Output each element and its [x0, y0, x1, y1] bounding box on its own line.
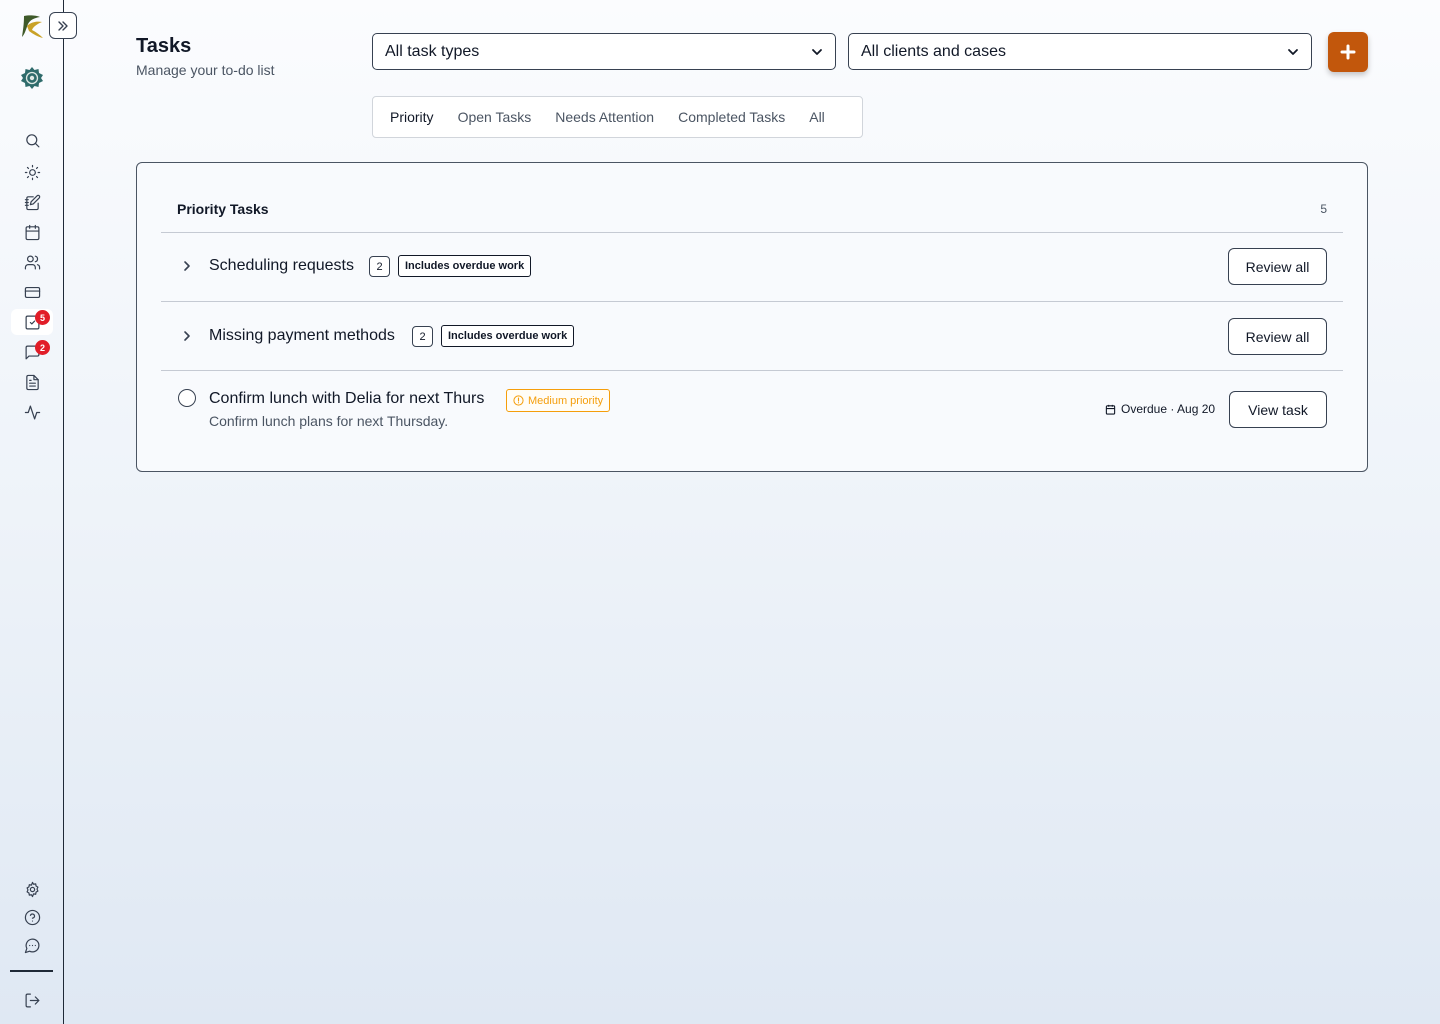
calendar-icon [25, 224, 39, 240]
priority-badge: Medium priority [506, 389, 611, 412]
nav-notes[interactable] [21, 191, 43, 213]
tab-open-tasks[interactable]: Open Tasks [446, 109, 544, 125]
chevron-down-icon [1288, 48, 1298, 55]
task-description: Confirm lunch plans for next Thursday. [209, 413, 449, 429]
task-due-date: Overdue · Aug 20 [1105, 402, 1215, 416]
chevron-right-icon [184, 261, 190, 271]
tab-priority[interactable]: Priority [378, 109, 446, 125]
app-logo[interactable] [18, 12, 46, 40]
review-all-button[interactable]: Review all [1228, 248, 1327, 285]
nav-clients[interactable] [21, 251, 43, 273]
card-count: 5 [1320, 202, 1327, 216]
nav-billing[interactable] [21, 281, 43, 303]
nav-activity[interactable] [21, 401, 43, 423]
nav-settings[interactable] [21, 878, 43, 900]
priority-label: Medium priority [528, 394, 604, 407]
nav-help[interactable] [21, 906, 43, 928]
chevron-down-icon [812, 48, 822, 55]
expand-group-button[interactable] [177, 326, 197, 346]
tab-completed-tasks[interactable]: Completed Tasks [666, 109, 797, 125]
task-type-filter-value: All task types [385, 42, 480, 60]
divider [161, 232, 1343, 233]
expand-group-button[interactable] [177, 256, 197, 276]
users-icon [24, 255, 40, 269]
info-icon [513, 395, 524, 406]
log-out-icon [25, 993, 39, 1007]
nav-documents[interactable] [21, 371, 43, 393]
sun-icon [24, 164, 40, 180]
chevron-right-icon [184, 331, 190, 341]
add-task-button[interactable] [1328, 32, 1368, 72]
client-filter-value: All clients and cases [861, 42, 1006, 60]
organization-icon[interactable] [20, 66, 44, 90]
page-title: Tasks [136, 35, 192, 57]
group-title[interactable]: Missing payment methods [209, 327, 395, 345]
card-title: Priority Tasks [177, 201, 269, 217]
chevrons-right-icon [58, 20, 68, 31]
overdue-badge: Includes overdue work [441, 325, 575, 347]
sidebar: 5 2 [0, 0, 77, 1024]
divider [161, 301, 1343, 302]
calendar-icon [1105, 404, 1116, 415]
group-count-badge: 2 [369, 256, 390, 277]
nav-calendar[interactable] [21, 221, 43, 243]
group-count-badge: 2 [412, 326, 433, 347]
expand-sidebar-button[interactable] [49, 12, 77, 39]
activity-icon [24, 405, 40, 419]
review-all-button[interactable]: Review all [1228, 318, 1327, 355]
task-type-filter[interactable]: All task types [372, 33, 836, 70]
group-title[interactable]: Scheduling requests [209, 257, 354, 275]
gear-icon [26, 881, 38, 897]
nav-search[interactable] [21, 129, 43, 151]
divider [161, 370, 1343, 371]
tab-needs-attention[interactable]: Needs Attention [543, 109, 666, 125]
credit-card-icon [24, 286, 40, 298]
messages-count-badge: 2 [35, 340, 50, 355]
priority-tasks-card: Priority Tasks 5 Scheduling requests 2 I… [136, 162, 1368, 472]
sidebar-divider [10, 970, 53, 972]
plus-icon [1340, 44, 1356, 60]
tasks-count-badge: 5 [35, 310, 50, 325]
file-text-icon [25, 374, 39, 390]
tab-all[interactable]: All [797, 109, 837, 125]
nav-messages[interactable]: 2 [21, 340, 50, 363]
due-label: Overdue · Aug 20 [1121, 402, 1216, 416]
nav-tasks[interactable]: 5 [11, 309, 53, 335]
search-icon [25, 133, 39, 147]
nav-logout[interactable] [21, 989, 43, 1011]
client-filter[interactable]: All clients and cases [848, 33, 1312, 70]
task-title[interactable]: Confirm lunch with Delia for next Thurs [209, 390, 484, 408]
help-circle-icon [24, 909, 40, 925]
nav-today[interactable] [21, 161, 43, 183]
view-task-button[interactable]: View task [1229, 391, 1327, 428]
page-subtitle: Manage your to-do list [136, 62, 275, 78]
overdue-badge: Includes overdue work [398, 255, 532, 277]
nav-feedback[interactable] [21, 934, 43, 956]
message-circle-more-icon [24, 938, 39, 953]
notebook-pen-icon [24, 194, 40, 210]
complete-task-checkbox[interactable] [178, 389, 196, 407]
task-tabs: Priority Open Tasks Needs Attention Comp… [372, 96, 863, 138]
